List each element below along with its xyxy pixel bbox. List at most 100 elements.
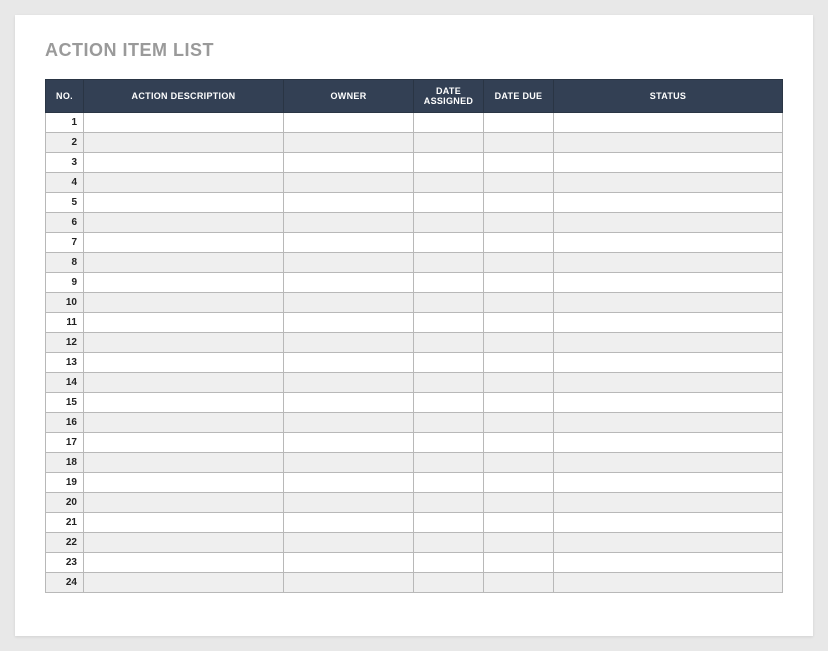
cell-description [84, 273, 284, 293]
page-title: ACTION ITEM LIST [45, 40, 783, 61]
cell-description [84, 193, 284, 213]
cell-no: 6 [46, 213, 84, 233]
cell-owner [284, 333, 414, 353]
cell-owner [284, 213, 414, 233]
cell-no: 19 [46, 473, 84, 493]
cell-owner [284, 233, 414, 253]
cell-status [554, 453, 783, 473]
cell-status [554, 353, 783, 373]
cell-owner [284, 473, 414, 493]
table-row: 21 [46, 513, 783, 533]
table-row: 20 [46, 493, 783, 513]
table-row: 16 [46, 413, 783, 433]
cell-owner [284, 453, 414, 473]
cell-owner [284, 313, 414, 333]
cell-date-due [484, 233, 554, 253]
table-row: 13 [46, 353, 783, 373]
cell-date-due [484, 353, 554, 373]
cell-description [84, 213, 284, 233]
cell-status [554, 393, 783, 413]
cell-date-assigned [414, 333, 484, 353]
cell-no: 14 [46, 373, 84, 393]
table-row: 19 [46, 473, 783, 493]
col-header-status: STATUS [554, 80, 783, 113]
cell-owner [284, 293, 414, 313]
cell-owner [284, 573, 414, 593]
cell-status [554, 313, 783, 333]
table-row: 9 [46, 273, 783, 293]
table-row: 1 [46, 113, 783, 133]
cell-owner [284, 533, 414, 553]
cell-owner [284, 173, 414, 193]
cell-owner [284, 513, 414, 533]
cell-description [84, 393, 284, 413]
table-row: 3 [46, 153, 783, 173]
table-row: 23 [46, 553, 783, 573]
cell-no: 5 [46, 193, 84, 213]
cell-description [84, 293, 284, 313]
cell-date-due [484, 153, 554, 173]
table-row: 6 [46, 213, 783, 233]
cell-no: 22 [46, 533, 84, 553]
cell-date-assigned [414, 253, 484, 273]
cell-owner [284, 273, 414, 293]
cell-date-due [484, 453, 554, 473]
cell-description [84, 333, 284, 353]
cell-status [554, 193, 783, 213]
cell-description [84, 153, 284, 173]
cell-date-assigned [414, 193, 484, 213]
cell-date-assigned [414, 293, 484, 313]
cell-no: 8 [46, 253, 84, 273]
cell-date-due [484, 553, 554, 573]
cell-owner [284, 373, 414, 393]
cell-date-assigned [414, 493, 484, 513]
cell-date-due [484, 473, 554, 493]
cell-status [554, 233, 783, 253]
table-row: 18 [46, 453, 783, 473]
cell-date-assigned [414, 173, 484, 193]
cell-date-due [484, 193, 554, 213]
cell-description [84, 313, 284, 333]
col-header-description: ACTION DESCRIPTION [84, 80, 284, 113]
cell-no: 13 [46, 353, 84, 373]
cell-status [554, 213, 783, 233]
cell-date-assigned [414, 153, 484, 173]
table-row: 4 [46, 173, 783, 193]
cell-owner [284, 113, 414, 133]
cell-date-due [484, 293, 554, 313]
cell-status [554, 333, 783, 353]
cell-description [84, 433, 284, 453]
cell-no: 11 [46, 313, 84, 333]
cell-date-due [484, 253, 554, 273]
action-item-table: NO. ACTION DESCRIPTION OWNER DATE ASSIGN… [45, 79, 783, 593]
cell-date-due [484, 133, 554, 153]
cell-date-assigned [414, 373, 484, 393]
cell-description [84, 513, 284, 533]
cell-status [554, 113, 783, 133]
cell-date-assigned [414, 573, 484, 593]
cell-no: 17 [46, 433, 84, 453]
cell-status [554, 253, 783, 273]
cell-date-assigned [414, 273, 484, 293]
col-header-date-assigned: DATE ASSIGNED [414, 80, 484, 113]
cell-owner [284, 133, 414, 153]
cell-status [554, 573, 783, 593]
cell-date-assigned [414, 313, 484, 333]
cell-description [84, 573, 284, 593]
cell-date-assigned [414, 473, 484, 493]
cell-no: 23 [46, 553, 84, 573]
cell-description [84, 533, 284, 553]
cell-owner [284, 553, 414, 573]
cell-description [84, 233, 284, 253]
cell-date-assigned [414, 233, 484, 253]
col-header-no: NO. [46, 80, 84, 113]
cell-date-due [484, 533, 554, 553]
cell-date-due [484, 513, 554, 533]
cell-date-assigned [414, 353, 484, 373]
cell-description [84, 373, 284, 393]
cell-owner [284, 193, 414, 213]
cell-date-assigned [414, 433, 484, 453]
cell-no: 18 [46, 453, 84, 473]
table-row: 5 [46, 193, 783, 213]
cell-description [84, 173, 284, 193]
